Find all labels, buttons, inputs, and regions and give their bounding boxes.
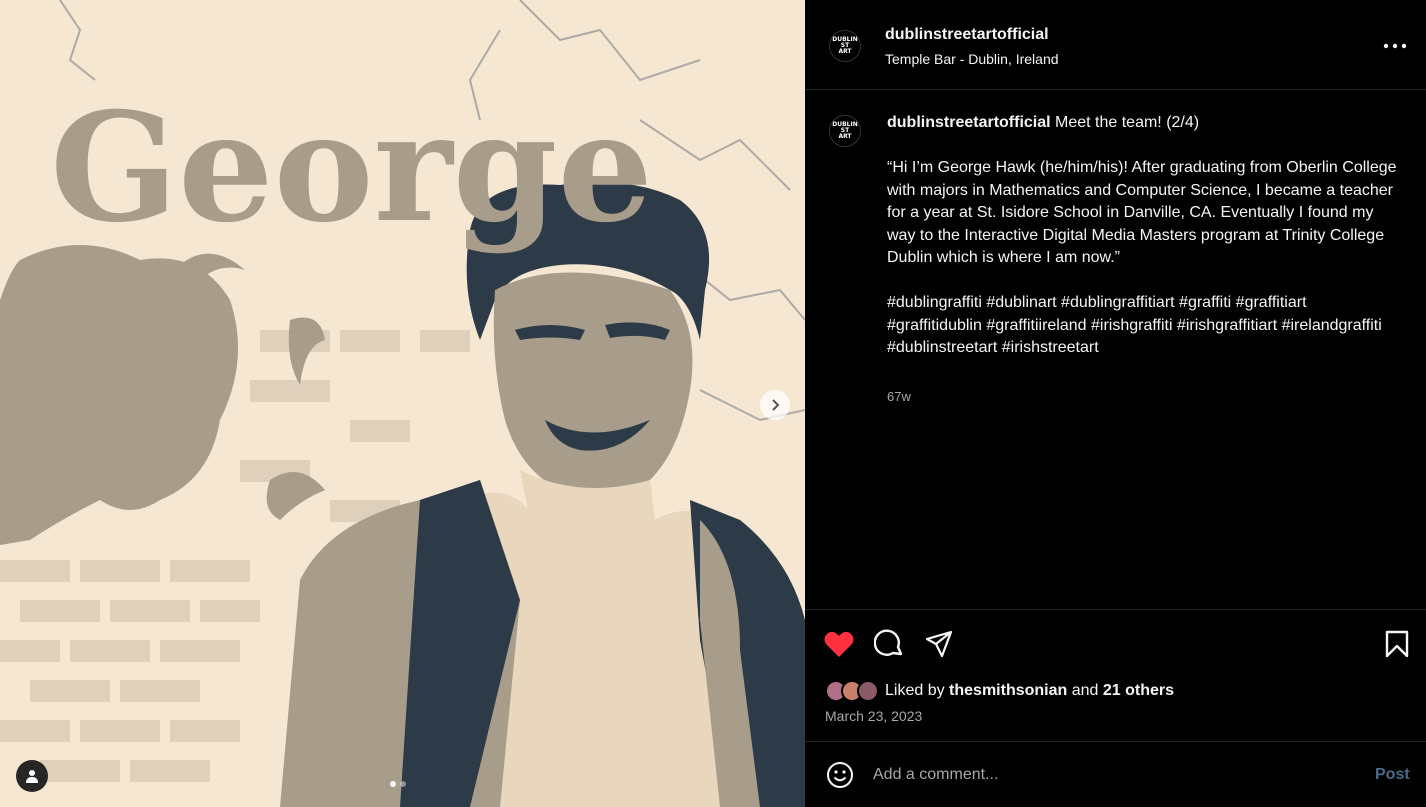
logo-text-line: ART (838, 48, 852, 55)
caption-headline-line: dublinstreetartofficial Meet the team! (… (887, 112, 1397, 135)
comment-button[interactable] (873, 628, 905, 660)
user-tag-icon (26, 770, 38, 783)
more-horizontal-icon (1383, 43, 1407, 49)
caption-section: DUBLIN ST ART dublinstreetartofficial Me… (805, 91, 1426, 608)
tagged-users-button[interactable] (16, 760, 48, 792)
post-image: George (0, 0, 805, 807)
liked-and: and (1071, 682, 1099, 699)
likes-text: Liked by thesmithsonian and 21 others (885, 682, 1174, 700)
avatar[interactable]: DUBLIN ST ART (829, 115, 861, 147)
like-button[interactable] (823, 628, 855, 660)
post-comment-button[interactable]: Post (1375, 766, 1410, 784)
liked-by-user[interactable]: thesmithsonian (949, 682, 1067, 699)
likes-summary: Liked by thesmithsonian and 21 others (825, 678, 1174, 704)
carousel-dot (390, 781, 396, 787)
heart-filled-icon (824, 631, 854, 657)
liker-avatars[interactable] (825, 680, 879, 702)
emoji-button[interactable] (825, 760, 855, 790)
carousel-indicator (390, 781, 406, 787)
liked-prefix: Liked by (885, 682, 945, 699)
avatar-logo: DUBLIN ST ART (832, 37, 858, 55)
comment-icon (874, 629, 903, 656)
logo-text-line: ART (838, 133, 852, 140)
carousel-dot (400, 781, 406, 787)
post-date[interactable]: March 23, 2023 (825, 708, 922, 724)
save-button[interactable] (1381, 628, 1413, 660)
header-username[interactable]: dublinstreetartofficial (885, 26, 1049, 44)
caption: dublinstreetartofficial Meet the team! (… (887, 112, 1397, 360)
avatar (857, 680, 879, 702)
post-details-panel: DUBLIN ST ART dublinstreetartofficial Te… (805, 0, 1426, 807)
post-media[interactable]: George (0, 0, 805, 807)
art-title: George (50, 80, 653, 256)
emoji-icon (827, 762, 853, 788)
bookmark-icon (1385, 630, 1409, 658)
comment-input[interactable] (873, 762, 1353, 788)
chevron-right-icon (772, 399, 780, 411)
share-icon (925, 630, 953, 658)
avatar-logo: DUBLIN ST ART (832, 122, 858, 140)
post-header: DUBLIN ST ART dublinstreetartofficial Te… (805, 0, 1426, 90)
liked-others-link[interactable]: 21 others (1103, 682, 1174, 699)
caption-username[interactable]: dublinstreetartofficial (887, 114, 1051, 131)
more-options-button[interactable] (1380, 36, 1410, 56)
avatar[interactable]: DUBLIN ST ART (829, 30, 861, 62)
caption-headline: Meet the team! (2/4) (1055, 114, 1200, 131)
caption-timestamp[interactable]: 67w (887, 389, 911, 404)
caption-hashtags[interactable]: #dublingraffiti #dublinart #dublingraffi… (887, 292, 1397, 360)
share-button[interactable] (923, 628, 955, 660)
caption-body: “Hi I’m George Hawk (he/him/his)! After … (887, 159, 1397, 266)
next-image-button[interactable] (760, 390, 790, 420)
header-location[interactable]: Temple Bar - Dublin, Ireland (885, 51, 1059, 67)
post-actions: Liked by thesmithsonian and 21 others Ma… (805, 609, 1426, 741)
comment-bar: Post (805, 741, 1426, 807)
